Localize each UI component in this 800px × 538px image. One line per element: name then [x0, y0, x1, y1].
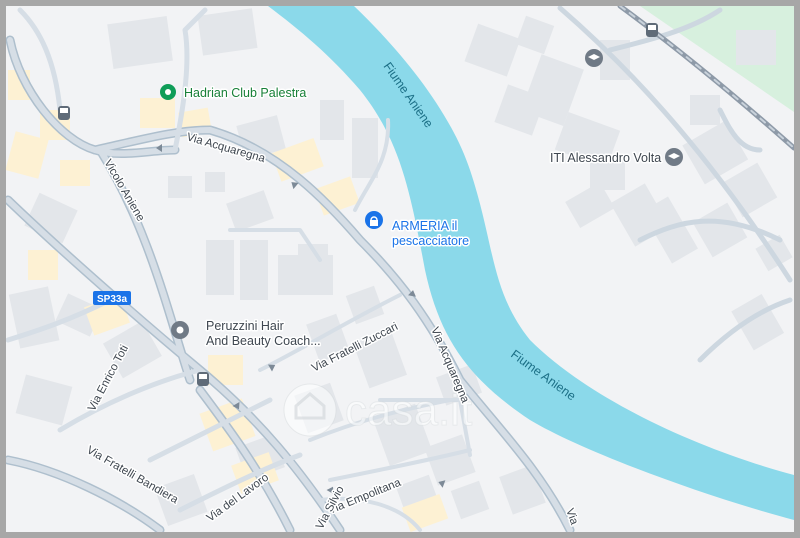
road-shield-sp33a: SP33a	[93, 291, 131, 305]
poi-label: ITI Alessandro Volta	[550, 151, 661, 165]
bus-stop-icon[interactable]	[197, 372, 209, 386]
poi-iti-alessandro-volta[interactable]: ITI Alessandro Volta	[549, 148, 683, 167]
road-shield-label: SP33a	[97, 294, 127, 305]
map-frame[interactable]: casa.it Fiume Aniene Fiume Aniene Via Ac…	[0, 0, 800, 538]
poi-label: Hadrian Club Palestra	[184, 86, 306, 100]
map-canvas[interactable]: casa.it Fiume Aniene Fiume Aniene Via Ac…	[6, 6, 794, 532]
poi-label-line-2: And Beauty Coach...	[206, 334, 321, 348]
train-station-icon[interactable]	[646, 23, 658, 37]
poi-label-line-1: Peruzzini Hair	[206, 319, 284, 333]
poi-label-line-1: ARMERIA il	[392, 219, 457, 233]
poi-label-line-2: pescacciatore	[392, 234, 469, 248]
bus-stop-icon[interactable]	[58, 106, 70, 120]
school-icon[interactable]	[585, 49, 603, 67]
poi-peruzzini-hair[interactable]: Peruzzini Hair And Beauty Coach...	[171, 318, 322, 350]
street-label-vicolo-aniene: Vicolo Aniene	[101, 158, 146, 224]
watermark: casa.it	[283, 383, 473, 437]
watermark-text: casa.it	[345, 386, 472, 435]
